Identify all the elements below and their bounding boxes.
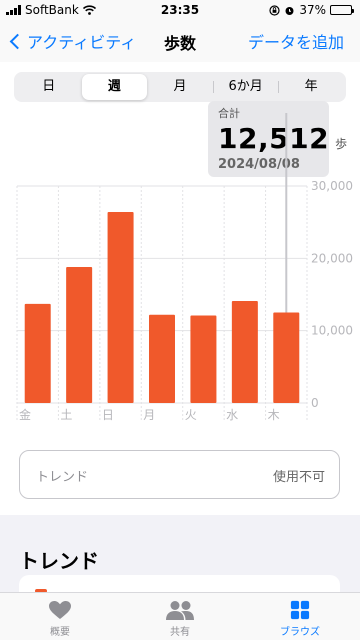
back-button-label: アクティビティ (27, 33, 137, 52)
bar-4 (190, 315, 217, 403)
trend-status: 使用不可 (272, 470, 325, 485)
tab-sharing[interactable]: 共有 (120, 593, 240, 640)
bar-1 (66, 267, 93, 403)
x-tick-label: 月 (143, 408, 155, 422)
y-tick-label: 30,000 (311, 179, 353, 193)
segment-day[interactable]: 日 (16, 74, 82, 100)
trends-section-title: トレンド (19, 549, 99, 573)
status-bar: SoftBank 23:35 37% (0, 0, 360, 20)
x-tick-label: 土 (60, 408, 72, 422)
people-icon (166, 601, 194, 620)
back-button[interactable]: アクティビティ (6, 29, 136, 53)
y-tick-label: 20,000 (311, 251, 353, 265)
segment-year[interactable]: 年 (278, 74, 344, 100)
x-tick-label: 木 (268, 408, 280, 422)
tab-browse[interactable]: ブラウズ (240, 593, 360, 640)
period-segmented-control: 日 週 月 6か月 年 (14, 72, 346, 102)
trend-label: トレンド (36, 470, 89, 485)
add-data-button[interactable]: データを追加 (248, 29, 344, 53)
x-tick-label: 金 (19, 407, 31, 422)
tab-browse-label: ブラウズ (280, 627, 320, 638)
segment-month[interactable]: 月 (147, 74, 213, 100)
navigation-bar: アクティビティ 歩数 データを追加 (0, 20, 360, 62)
battery-percent: 37% (299, 3, 326, 17)
tab-sharing-label: 共有 (170, 627, 190, 638)
bar-3 (149, 314, 175, 403)
steps-bar-chart[interactable]: 0 10,000 20,000 30,000 金 土 日 月 火 水 木 (0, 113, 360, 423)
bar-5 (231, 301, 258, 403)
rotation-lock-icon (269, 4, 280, 16)
alarm-icon (285, 6, 294, 15)
grid-icon (290, 600, 310, 620)
chevron-left-icon (9, 33, 26, 49)
segment-six-months[interactable]: 6か月 (212, 74, 279, 100)
battery-icon (330, 5, 354, 15)
bar-2 (107, 212, 134, 403)
y-tick-label: 0 (311, 396, 319, 410)
tab-summary[interactable]: 概要 (0, 593, 120, 640)
x-tick-label: 水 (226, 408, 238, 422)
heart-icon (49, 601, 71, 619)
tab-summary-label: 概要 (50, 627, 70, 638)
segment-week[interactable]: 週 (81, 74, 148, 100)
bar-6 (273, 312, 300, 403)
bar-0 (24, 303, 51, 403)
tab-bar: 概要 共有 ブラウズ (0, 592, 360, 640)
x-tick-label: 日 (102, 408, 114, 422)
x-tick-label: 火 (185, 408, 197, 422)
trend-status-row[interactable]: トレンド 使用不可 (19, 450, 340, 499)
y-tick-label: 10,000 (311, 324, 353, 338)
